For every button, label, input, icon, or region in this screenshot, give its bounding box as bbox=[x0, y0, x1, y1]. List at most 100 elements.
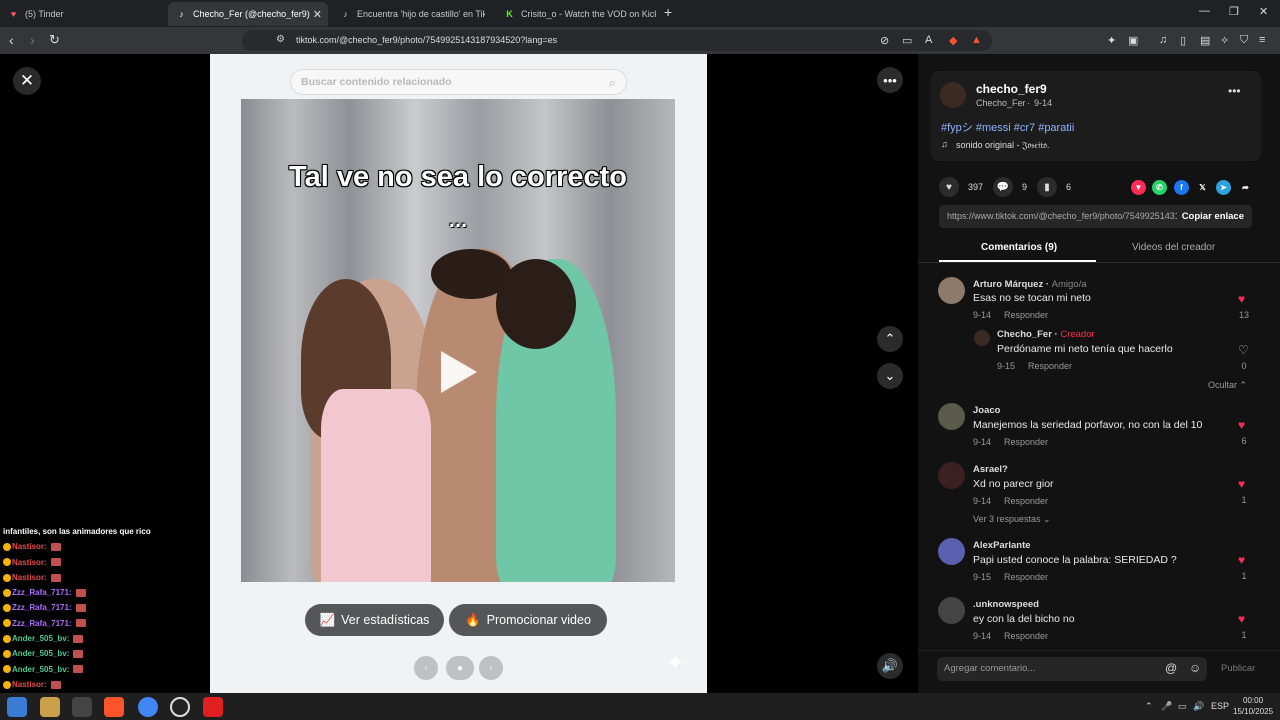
post-username[interactable]: checho_fer9 bbox=[976, 82, 1047, 96]
reply-button[interactable]: Responder bbox=[1004, 572, 1048, 582]
post-photo[interactable]: Tal ve no sea lo correcto ... bbox=[241, 99, 675, 582]
copy-link-button[interactable]: Copiar enlace bbox=[1182, 211, 1244, 222]
start-icon[interactable] bbox=[7, 697, 27, 717]
extensions-icon[interactable]: ✦ bbox=[1107, 34, 1116, 47]
reply-button[interactable]: Responder bbox=[1004, 437, 1048, 447]
tab-comments[interactable]: Comentarios (9) bbox=[981, 242, 1057, 253]
next-photo-button[interactable]: › bbox=[479, 656, 503, 680]
emoji-icon[interactable]: ☺ bbox=[1189, 661, 1201, 675]
post-more-icon[interactable]: ••• bbox=[1228, 84, 1241, 98]
brave-icon[interactable] bbox=[104, 697, 124, 717]
comment-like-icon[interactable]: ♥ bbox=[1238, 418, 1245, 432]
screenshot-icon[interactable]: ▣ bbox=[1128, 34, 1138, 47]
reload-button[interactable]: ↻ bbox=[49, 32, 60, 48]
sidebar-icon[interactable]: ▯ bbox=[1180, 34, 1186, 47]
restore-button[interactable]: ❐ bbox=[1229, 5, 1239, 18]
comment-author[interactable]: AlexParlante bbox=[973, 540, 1031, 551]
avatar[interactable] bbox=[940, 82, 966, 108]
post-link[interactable]: https://www.tiktok.com/@checho_fer9/phot… bbox=[947, 211, 1177, 221]
cast-icon[interactable]: ▭ bbox=[902, 34, 912, 47]
repost-icon[interactable]: ▼ bbox=[1131, 180, 1146, 195]
x-icon[interactable]: 𝕏 bbox=[1195, 180, 1210, 195]
chat-username[interactable]: Nastisor: bbox=[12, 677, 47, 692]
comment-stat[interactable]: 💬 9 bbox=[993, 177, 1027, 197]
clock-date[interactable]: 15/10/2025 bbox=[1233, 707, 1273, 716]
more-options-button[interactable]: ••• bbox=[877, 67, 903, 93]
vpn-icon[interactable]: ⛉ bbox=[1240, 34, 1248, 47]
back-button[interactable]: ‹ bbox=[9, 32, 14, 48]
promote-video-button[interactable]: 🔥 Promocionar video bbox=[449, 604, 607, 636]
reply-button[interactable]: Responder bbox=[1004, 631, 1048, 641]
chat-username[interactable]: Nastisor: bbox=[12, 539, 47, 554]
reply-button[interactable]: Responder bbox=[1004, 310, 1048, 320]
translate-icon[interactable]: A bbox=[925, 34, 932, 46]
related-search-input[interactable]: Buscar contenido relacionado ⌕ bbox=[290, 69, 627, 95]
avatar[interactable] bbox=[938, 462, 965, 489]
comment-author[interactable]: Joaco bbox=[973, 405, 1000, 416]
language-indicator[interactable]: ESP bbox=[1211, 701, 1229, 711]
avatar[interactable] bbox=[938, 403, 965, 430]
chat-username[interactable]: Zzz_Rafa_7171: bbox=[12, 616, 72, 631]
store-icon[interactable] bbox=[72, 697, 92, 717]
reader-icon[interactable]: ⊘ bbox=[880, 34, 889, 47]
volume-icon[interactable]: 🔊 bbox=[1193, 701, 1204, 712]
tab-tiktok-profile[interactable]: ♪ Checho_Fer (@checho_fer9) | Tik ✕ bbox=[168, 2, 328, 26]
next-post-button[interactable]: ⌄ bbox=[877, 363, 903, 389]
search-icon[interactable]: ⌕ bbox=[609, 75, 616, 91]
avatar[interactable] bbox=[974, 330, 990, 346]
chat-username[interactable]: Zzz_Rafa_7171: bbox=[12, 585, 72, 600]
previous-post-button[interactable]: ⌃ bbox=[877, 326, 903, 352]
app-icon[interactable] bbox=[203, 697, 223, 717]
chat-username[interactable]: Zzz_Rafa_7171: bbox=[12, 600, 72, 615]
chat-username[interactable]: Nastisor: bbox=[12, 570, 47, 585]
chat-username[interactable]: Ander_505_bv: bbox=[12, 631, 69, 646]
comment-author[interactable]: .unknowspeed bbox=[973, 599, 1039, 610]
comment-like-icon[interactable]: ♥ bbox=[1238, 612, 1245, 626]
close-window-button[interactable]: ✕ bbox=[1259, 5, 1268, 18]
publish-button[interactable]: Publicar bbox=[1221, 663, 1255, 674]
reply-button[interactable]: Responder bbox=[1028, 361, 1072, 371]
site-info-icon[interactable]: ⚙ bbox=[276, 34, 285, 45]
reply-button[interactable]: Responder bbox=[1004, 496, 1048, 506]
media-icon[interactable]: ♫ bbox=[1159, 34, 1167, 46]
avatar[interactable] bbox=[938, 277, 965, 304]
tab-kick[interactable]: K Crisito_o - Watch the VOD on Kick bbox=[496, 2, 656, 26]
wallet-icon[interactable]: ▤ bbox=[1200, 34, 1210, 47]
close-viewer-button[interactable]: ✕ bbox=[13, 67, 41, 95]
comment-like-icon[interactable]: ♥ bbox=[1238, 477, 1245, 491]
leo-icon[interactable]: ✧ bbox=[1220, 34, 1229, 47]
comment-like-icon[interactable]: ♥ bbox=[1238, 553, 1245, 567]
view-stats-button[interactable]: 📈 Ver estadísticas bbox=[305, 604, 444, 636]
avatar[interactable] bbox=[938, 597, 965, 624]
like-stat[interactable]: ♥ 397 bbox=[939, 177, 983, 197]
chat-username[interactable]: Ander_505_bv: bbox=[12, 662, 69, 677]
comment-author[interactable]: Checho_Fer · Creador bbox=[997, 329, 1095, 340]
forward-button[interactable]: › bbox=[30, 32, 35, 48]
new-tab-button[interactable]: + bbox=[664, 4, 672, 20]
mention-icon[interactable]: @ bbox=[1165, 661, 1177, 675]
whatsapp-icon[interactable]: ✆ bbox=[1152, 180, 1167, 195]
tab-creator-videos[interactable]: Videos del creador bbox=[1132, 242, 1215, 253]
network-icon[interactable]: ▭ bbox=[1178, 701, 1187, 712]
menu-icon[interactable]: ≡ bbox=[1259, 34, 1265, 46]
mic-icon[interactable]: 🎤 bbox=[1161, 701, 1172, 712]
chrome-icon[interactable] bbox=[138, 697, 158, 717]
avatar[interactable] bbox=[938, 538, 965, 565]
minimize-button[interactable]: — bbox=[1199, 5, 1210, 17]
file-explorer-icon[interactable] bbox=[40, 697, 60, 717]
brave-rewards-icon[interactable]: ▲ bbox=[971, 34, 982, 46]
tab-tiktok-search[interactable]: ♪ Encuentra 'hijo de castillo' en TikTok bbox=[332, 2, 492, 26]
brave-shields-icon[interactable]: ◆ bbox=[949, 34, 957, 47]
prev-photo-button[interactable]: ‹ bbox=[414, 656, 438, 680]
chat-username[interactable]: Ander_505_bv: bbox=[12, 646, 69, 661]
tray-chevron-icon[interactable]: ⌃ bbox=[1145, 701, 1153, 712]
volume-button[interactable]: 🔊 bbox=[877, 653, 903, 679]
play-icon[interactable] bbox=[441, 351, 477, 393]
save-stat[interactable]: ▮ 6 bbox=[1037, 177, 1071, 197]
comment-input[interactable]: Agregar comentario... @ ☺ bbox=[937, 657, 1207, 681]
view-replies-button[interactable]: Ver 3 respuestas ⌄ bbox=[973, 514, 1051, 525]
telegram-icon[interactable]: ➤ bbox=[1216, 180, 1231, 195]
facebook-icon[interactable]: f bbox=[1174, 180, 1189, 195]
comment-like-icon[interactable]: ♡ bbox=[1238, 343, 1249, 357]
tab-tinder[interactable]: ♥ (5) Tinder bbox=[0, 2, 168, 26]
